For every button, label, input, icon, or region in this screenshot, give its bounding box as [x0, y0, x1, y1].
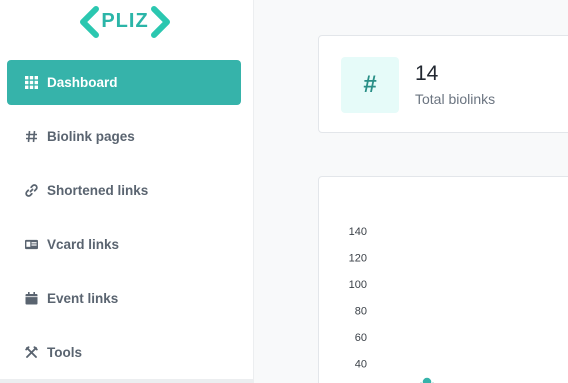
sidebar-item-label: Event links	[47, 291, 119, 306]
y-tick-label: 80	[355, 306, 367, 318]
sidebar-divider	[0, 379, 254, 383]
sidebar-item-biolink-pages[interactable]: Biolink pages	[7, 114, 241, 159]
sidebar-item-label: Vcard links	[47, 237, 120, 252]
sidebar-item-label: Tools	[47, 345, 82, 360]
id-card-icon	[22, 236, 40, 254]
sidebar-item-label: Shortened links	[47, 183, 149, 198]
sidebar-nav: Dashboard Biolink pages Shortened links	[7, 60, 241, 383]
sidebar-item-vcard-links[interactable]: Vcard links	[7, 222, 241, 267]
y-tick-label: 140	[349, 226, 367, 238]
sidebar: PLIZ Dashboard Biolink pages Shortened l…	[0, 0, 254, 383]
stat-value: 14	[415, 62, 439, 85]
data-point[interactable]	[421, 376, 433, 383]
y-tick-label: 40	[355, 359, 367, 371]
chart-card: 40 60 80 100 120 140	[318, 176, 568, 383]
sidebar-item-tools[interactable]: Tools	[7, 330, 241, 375]
sidebar-item-shortened-links[interactable]: Shortened links	[7, 168, 241, 213]
stat-card-total-biolinks: # 14 Total biolinks	[318, 35, 568, 133]
logo-left-chevron-icon	[80, 6, 99, 38]
sidebar-item-event-links[interactable]: Event links	[7, 276, 241, 321]
logo-wordmark: PLIZ	[101, 10, 149, 32]
chart: 40 60 80 100 120 140	[349, 226, 434, 383]
logo-right-chevron-icon	[151, 6, 170, 38]
sidebar-item-label: Biolink pages	[47, 129, 135, 144]
calendar-icon	[22, 290, 40, 308]
sidebar-item-label: Dashboard	[47, 75, 118, 90]
pliz-logo[interactable]: PLIZ	[78, 4, 172, 40]
sidebar-item-dashboard[interactable]: Dashboard	[7, 60, 241, 105]
tools-icon	[22, 344, 40, 362]
y-tick-label: 120	[349, 253, 367, 265]
y-tick-label: 100	[349, 279, 367, 291]
grid-icon	[22, 74, 40, 92]
hash-icon: #	[341, 57, 399, 113]
hash-icon	[22, 128, 40, 146]
link-icon	[22, 182, 40, 200]
y-tick-label: 60	[355, 332, 367, 344]
stat-label: Total biolinks	[415, 91, 496, 107]
